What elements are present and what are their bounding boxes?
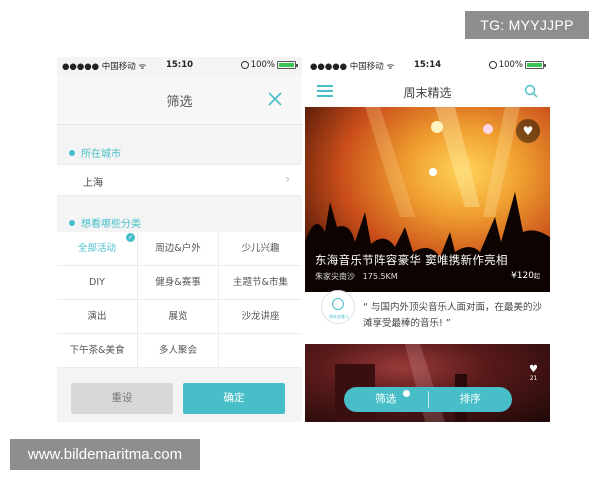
watermark-top: TG: MYYJJPP	[465, 11, 589, 39]
like-counter[interactable]: ♥ 21	[529, 364, 538, 382]
category-exhibition[interactable]: 展览	[138, 300, 219, 334]
chevron-right-icon: ›	[285, 172, 290, 186]
category-party[interactable]: 多人聚会	[138, 334, 219, 368]
category-all[interactable]: 全部活动 ✓	[57, 232, 138, 266]
category-section-label: 想看哪些分类	[69, 215, 141, 230]
event-price: ¥120起	[511, 271, 540, 281]
battery-percent: 100%	[498, 60, 523, 70]
rotation-lock-icon	[488, 61, 497, 69]
category-tea[interactable]: 下午茶&美食	[57, 334, 138, 368]
rotation-lock-icon	[240, 61, 249, 69]
logo-text: 周末去哪儿	[329, 314, 349, 319]
battery-status: 100%	[240, 60, 298, 70]
close-icon[interactable]	[266, 90, 284, 108]
category-festival[interactable]: 主题节&市集	[219, 266, 302, 300]
filter-button[interactable]: 筛选	[344, 387, 428, 412]
notification-dot-icon	[402, 390, 410, 397]
category-show[interactable]: 演出	[57, 300, 138, 334]
check-icon: ✓	[126, 233, 135, 242]
feed-screen: ●●●●● 中国移动 ᯤ 15:14 100% 周末精选 ♥ 东海音乐节阵容豪华…	[305, 57, 550, 422]
filter-screen: ●●●●● 中国移动 ᯤ 15:10 100% 筛选 所在城市 上海 › 想看哪…	[57, 57, 302, 422]
price-suffix: 起	[533, 273, 540, 280]
search-icon[interactable]	[524, 84, 538, 98]
city-selector[interactable]: 上海 ›	[57, 164, 302, 196]
brand-logo: 周末去哪儿	[321, 290, 355, 324]
event-quote: “ 与国内外顶尖音乐人面对面，在最美的沙滩享受最棒的音乐! ”	[363, 302, 542, 329]
category-label: 全部活动	[77, 243, 116, 254]
bullet-icon	[69, 219, 75, 226]
battery-percent: 100%	[250, 60, 275, 70]
city-section-label: 所在城市	[69, 145, 121, 160]
city-label-text: 所在城市	[81, 149, 121, 160]
event-location: 朱家尖南沙	[315, 272, 355, 281]
event-card-image[interactable]: ♥ 东海音乐节阵容豪华 窦唯携新作亮相 朱家尖南沙 175.5KM ¥120起	[305, 107, 550, 292]
page-title: 周末精选	[403, 86, 452, 100]
category-kids[interactable]: 少儿兴趣	[219, 232, 302, 266]
category-empty	[219, 334, 302, 368]
category-outdoor[interactable]: 周边&户外	[138, 232, 219, 266]
status-bar: ●●●●● 中国移动 ᯤ 15:14 100%	[305, 57, 550, 75]
heart-icon: ♥	[529, 364, 538, 375]
category-fitness[interactable]: 健身&赛事	[138, 266, 219, 300]
category-diy[interactable]: DIY	[57, 266, 138, 300]
feed-header: 周末精选	[305, 75, 550, 107]
bullet-icon	[69, 149, 75, 156]
reset-button[interactable]: 重设	[71, 383, 173, 414]
category-salon[interactable]: 沙龙讲座	[219, 300, 302, 334]
confirm-button[interactable]: 确定	[183, 383, 285, 414]
event-meta: 朱家尖南沙 175.5KM	[315, 271, 398, 282]
like-count: 21	[529, 375, 538, 382]
event-distance: 175.5KM	[362, 272, 398, 281]
event-quote-block: 周末去哪儿 “ 与国内外顶尖音乐人面对面，在最美的沙滩享受最棒的音乐! ”	[305, 290, 550, 344]
filter-header: 筛选	[57, 75, 302, 125]
battery-icon	[525, 61, 546, 69]
logo-circle-icon	[332, 298, 344, 310]
category-label-text: 想看哪些分类	[81, 219, 141, 230]
filter-sort-bar: 筛选 排序	[344, 387, 512, 412]
favorite-heart-icon[interactable]: ♥	[516, 119, 540, 143]
battery-status: 100%	[488, 60, 546, 70]
filter-button-label: 筛选	[375, 393, 397, 405]
watermark-bottom: www.bildemaritma.com	[10, 439, 200, 470]
sort-button[interactable]: 排序	[429, 387, 513, 412]
battery-icon	[277, 61, 298, 69]
city-value: 上海	[83, 178, 103, 189]
price-value: ¥120	[511, 271, 534, 281]
event-title: 东海音乐节阵容豪华 窦唯携新作亮相	[315, 253, 508, 267]
status-bar: ●●●●● 中国移动 ᯤ 15:10 100%	[57, 57, 302, 75]
